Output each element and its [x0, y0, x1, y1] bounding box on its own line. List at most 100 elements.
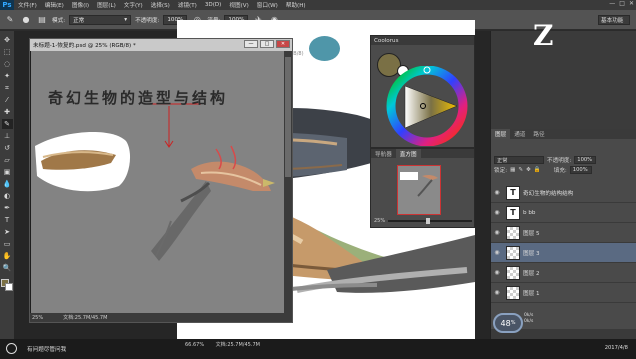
tab-navigator[interactable]: 导航器 [371, 149, 396, 158]
menu-image[interactable]: 图像(I) [68, 1, 93, 9]
cortana-icon[interactable] [6, 343, 17, 354]
layer-opacity-value: 100% [577, 157, 593, 163]
tab-histogram[interactable]: 直方图 [395, 149, 421, 158]
lock-all-icon[interactable]: 🔒 [534, 167, 541, 173]
document-window[interactable]: 未标题-1-恢复的.psd @ 25% (RGB/8) * — □ ✕ 奇幻生物… [29, 38, 293, 323]
blur-tool-icon[interactable]: 💧 [2, 179, 13, 189]
document-zoom[interactable]: 25% [32, 315, 43, 321]
layer-row[interactable]: ◉ T b bb [491, 203, 636, 223]
menu-view[interactable]: 视图(V) [225, 1, 252, 9]
background-color-swatch[interactable] [5, 283, 13, 291]
workspace-select[interactable]: 基本功能 [598, 15, 630, 25]
eyedropper-tool-icon[interactable]: ⁄ [2, 95, 13, 105]
pen-tool-icon[interactable]: ✒ [2, 203, 13, 213]
window-controls: — □ ✕ [609, 0, 634, 7]
gradient-tool-icon[interactable]: ▣ [2, 167, 13, 177]
lasso-tool-icon[interactable]: ◌ [2, 59, 13, 69]
layer-opacity-field[interactable]: 100% [574, 156, 597, 164]
lock-pixels-icon[interactable]: ✎ [518, 167, 523, 173]
menu-layer[interactable]: 图层(L) [93, 1, 120, 9]
document-canvas[interactable]: 奇幻生物的造型与结构 [31, 51, 285, 313]
visibility-eye-icon[interactable]: ◉ [491, 189, 503, 196]
history-brush-tool-icon[interactable]: ↺ [2, 143, 13, 153]
layer-thumbnail [506, 265, 520, 280]
menu-select[interactable]: 选择(S) [147, 1, 174, 9]
menu-window[interactable]: 窗口(W) [253, 1, 282, 9]
visibility-eye-icon[interactable]: ◉ [491, 269, 503, 276]
marquee-tool-icon[interactable]: ⬚ [2, 47, 13, 57]
zoom-tool-icon[interactable]: 🔍 [2, 263, 13, 273]
navigator-zoom-value[interactable]: 25% [374, 218, 385, 224]
taskbar-search[interactable]: 有问题尽管问我 [27, 343, 66, 355]
layer-thumbnail [506, 285, 520, 300]
fill-field[interactable]: 100% [569, 166, 592, 174]
layer-row[interactable]: ◉ T 奇幻生物的结构结构 [491, 183, 636, 203]
network-speed-widget[interactable]: 48% [493, 313, 523, 333]
document-titlebar[interactable]: 未标题-1-恢复的.psd @ 25% (RGB/8) * — □ ✕ [30, 39, 292, 51]
slider-knob[interactable] [425, 218, 430, 224]
minimize-icon[interactable]: — [609, 0, 615, 7]
menu-file[interactable]: 文件(F) [14, 1, 41, 9]
menu-filter[interactable]: 滤镜(T) [174, 1, 201, 9]
color-wheel[interactable] [377, 66, 469, 146]
visibility-eye-icon[interactable]: ◉ [491, 209, 503, 216]
navigator-zoom-slider[interactable] [388, 218, 472, 224]
brush-tool-icon[interactable]: ✎ [4, 14, 16, 26]
navigator-thumbnail[interactable] [397, 165, 441, 215]
maximize-icon[interactable]: □ [619, 0, 625, 7]
layer-name: 图层 2 [523, 270, 540, 277]
menu-type[interactable]: 文字(Y) [120, 1, 147, 9]
document-vertical-scrollbar[interactable] [284, 51, 292, 313]
menu-help[interactable]: 帮助(H) [282, 1, 310, 9]
layer-row-selected[interactable]: ◉ 图层 3 [491, 243, 636, 263]
brush-tool-icon[interactable]: ✎ [1, 119, 13, 129]
menu-3d[interactable]: 3D(D) [201, 2, 226, 8]
layer-row[interactable]: ◉ 图层 1 [491, 283, 636, 303]
move-tool-icon[interactable]: ✥ [2, 35, 13, 45]
layer-row[interactable]: ◉ 图层 2 [491, 263, 636, 283]
scrollbar-thumb[interactable] [285, 57, 291, 177]
chevron-down-icon: ▾ [124, 16, 128, 23]
visibility-eye-icon[interactable]: ◉ [491, 289, 503, 296]
coolorus-panel: Coolorus [370, 35, 475, 148]
tab-layers[interactable]: 图层 [491, 129, 511, 139]
layer-row[interactable]: ◉ 图层 5 [491, 223, 636, 243]
tab-channels[interactable]: 通道 [510, 129, 529, 139]
shape-tool-icon[interactable]: ▭ [2, 239, 13, 249]
tab-paths[interactable]: 路径 [529, 129, 548, 139]
document-window-controls: — □ ✕ [244, 40, 290, 48]
path-select-tool-icon[interactable]: ➤ [2, 227, 13, 237]
eraser-tool-icon[interactable]: ▱ [2, 155, 13, 165]
blend-mode-select[interactable]: 正常 [494, 156, 544, 164]
lock-position-icon[interactable]: ✥ [526, 167, 531, 173]
hand-tool-icon[interactable]: ✋ [2, 251, 13, 261]
healing-tool-icon[interactable]: ✚ [2, 107, 13, 117]
layer-name: 图层 1 [523, 290, 540, 297]
quick-select-tool-icon[interactable]: ✦ [2, 71, 13, 81]
minimize-icon[interactable]: — [244, 40, 258, 48]
document-size: 文档:25.7M/45.7M [63, 315, 108, 321]
layers-lock-row: 锁定: ▦ ✎ ✥ 🔒 填充: 100% [491, 165, 636, 175]
lock-label: 锁定: [494, 168, 508, 174]
clone-stamp-tool-icon[interactable]: ⊥ [2, 131, 13, 141]
visibility-eye-icon[interactable]: ◉ [491, 249, 503, 256]
z-logo: Z [533, 19, 554, 52]
dodge-tool-icon[interactable]: ◐ [2, 191, 13, 201]
close-icon[interactable]: ✕ [629, 0, 634, 7]
main-canvas-size: 文档:25.7M/45.7M [215, 342, 260, 348]
crop-tool-icon[interactable]: ⌗ [2, 83, 13, 93]
visibility-eye-icon[interactable]: ◉ [491, 229, 503, 236]
type-tool-icon[interactable]: T [2, 215, 13, 225]
brush-panel-icon[interactable]: ▤ [36, 14, 48, 26]
navigator-zoom-row: 25% [374, 218, 472, 224]
brush-preset-icon[interactable]: ● [20, 14, 32, 26]
mode-select[interactable]: 正常 ▾ [69, 14, 132, 25]
maximize-icon[interactable]: □ [260, 40, 274, 48]
main-canvas-zoom[interactable]: 66.67% [185, 342, 204, 348]
close-icon[interactable]: ✕ [276, 40, 290, 48]
speed-widget-value: 48 [500, 318, 511, 328]
layer-thumbnail [506, 245, 520, 260]
lock-transparent-icon[interactable]: ▦ [510, 167, 515, 173]
mode-label: 模式: [52, 17, 66, 24]
menu-edit[interactable]: 编辑(E) [41, 1, 68, 9]
